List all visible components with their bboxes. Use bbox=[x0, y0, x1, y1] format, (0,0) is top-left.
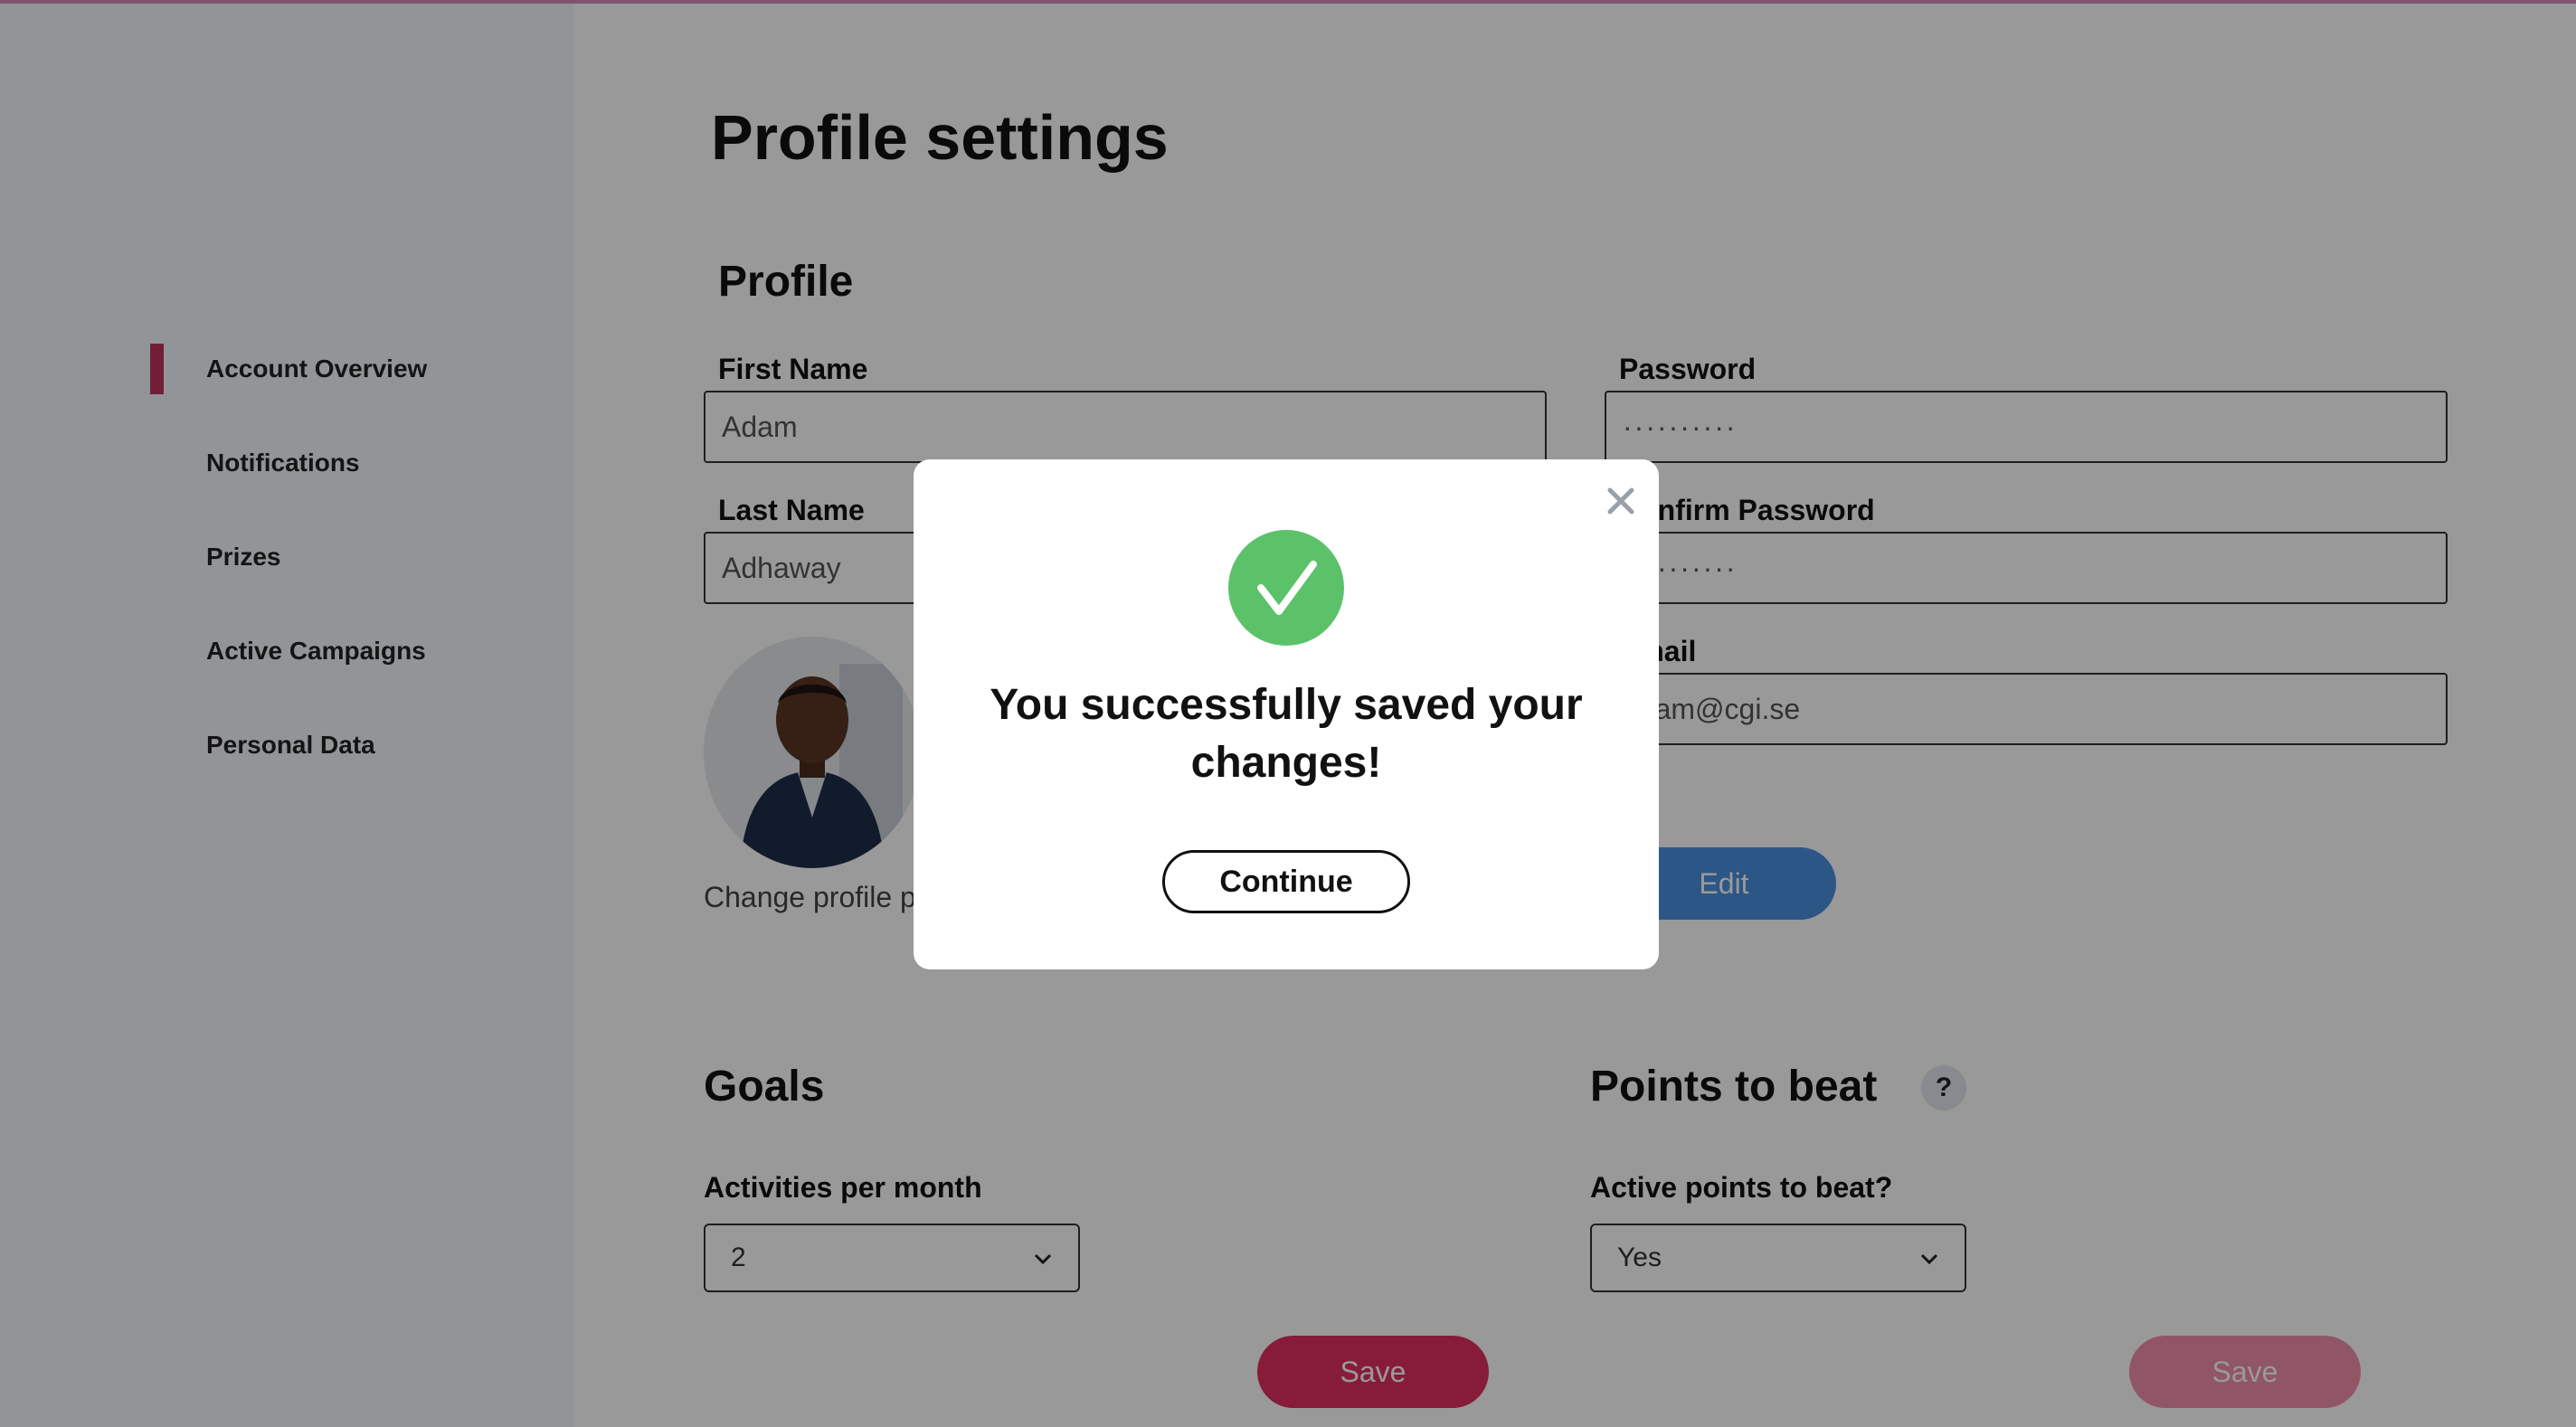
continue-button[interactable]: Continue bbox=[1162, 850, 1410, 913]
success-message: You successfully saved your changes! bbox=[990, 681, 1583, 787]
close-icon[interactable] bbox=[1601, 481, 1641, 521]
success-modal: You successfully saved your changes! Con… bbox=[914, 459, 1659, 969]
check-circle-icon bbox=[1228, 530, 1344, 646]
